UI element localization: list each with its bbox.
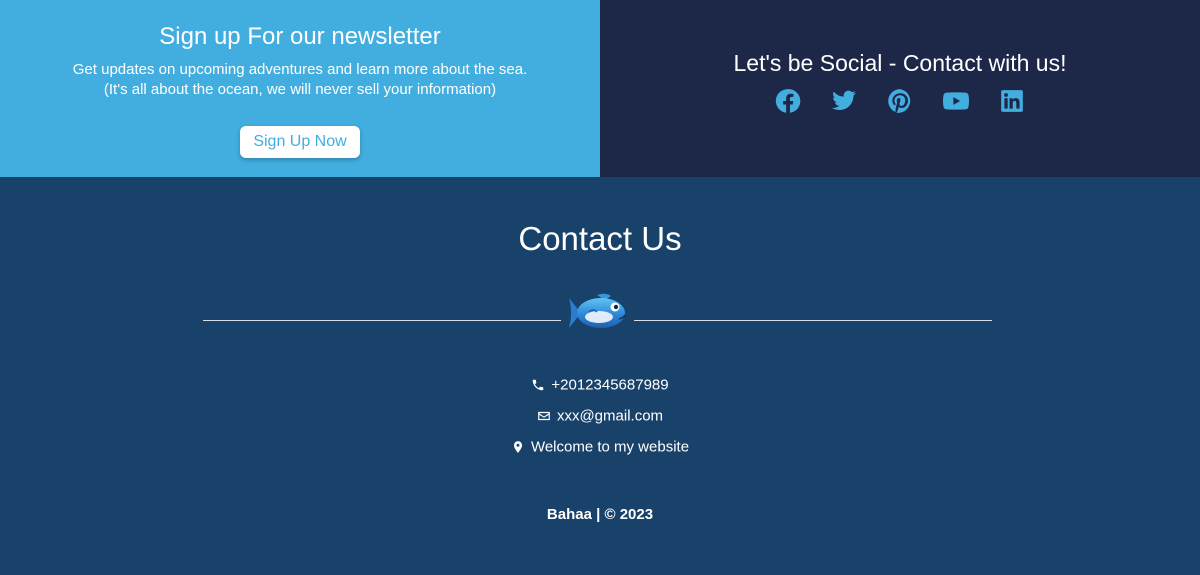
newsletter-description: Get updates on upcoming adventures and l… xyxy=(0,60,600,100)
footer-copyright: Bahaa | © 2023 xyxy=(546,506,654,523)
contact-address-text: Welcome to my website xyxy=(530,438,690,456)
contact-email-text: xxx@gmail.com xyxy=(556,407,664,425)
contact-phone-text: +2012345687989 xyxy=(551,376,669,394)
pinterest-icon xyxy=(888,89,911,113)
fish-icon xyxy=(569,293,626,328)
envelope-icon xyxy=(538,411,550,421)
contact-title: Contact Us xyxy=(518,220,682,257)
newsletter-title: Sign up For our newsletter xyxy=(159,23,441,50)
pinterest-link[interactable] xyxy=(887,88,913,114)
newsletter-description-line1: Get updates on upcoming adventures and l… xyxy=(72,61,528,78)
youtube-link[interactable] xyxy=(943,88,969,114)
map-marker-icon xyxy=(513,441,523,453)
contact-email[interactable]: xxx@gmail.com xyxy=(0,407,1200,425)
sign-up-button[interactable]: Sign Up Now xyxy=(240,126,360,158)
phone-icon xyxy=(533,379,544,391)
twitter-icon xyxy=(832,90,856,110)
linkedin-link[interactable] xyxy=(999,88,1025,114)
linkedin-icon xyxy=(1001,90,1023,112)
top-banner: Sign up For our newsletter Get updates o… xyxy=(0,0,1200,177)
social-icons xyxy=(600,88,1200,114)
newsletter-section: Sign up For our newsletter Get updates o… xyxy=(0,0,600,177)
contact-address: Welcome to my website xyxy=(0,438,1200,456)
social-title: Let's be Social - Contact with us! xyxy=(733,50,1067,76)
twitter-link[interactable] xyxy=(831,88,857,114)
youtube-icon xyxy=(943,92,969,110)
newsletter-description-line2: (It's all about the ocean, we will never… xyxy=(103,81,497,98)
facebook-icon xyxy=(775,89,801,113)
social-section: Let's be Social - Contact with us! xyxy=(600,0,1200,177)
contact-phone[interactable]: +2012345687989 xyxy=(0,376,1200,394)
facebook-link[interactable] xyxy=(775,88,801,114)
divider-right xyxy=(634,320,992,321)
contact-section: Contact Us +2012345687989 xxx@gmail.com … xyxy=(0,177,1200,575)
divider-left xyxy=(203,320,561,321)
